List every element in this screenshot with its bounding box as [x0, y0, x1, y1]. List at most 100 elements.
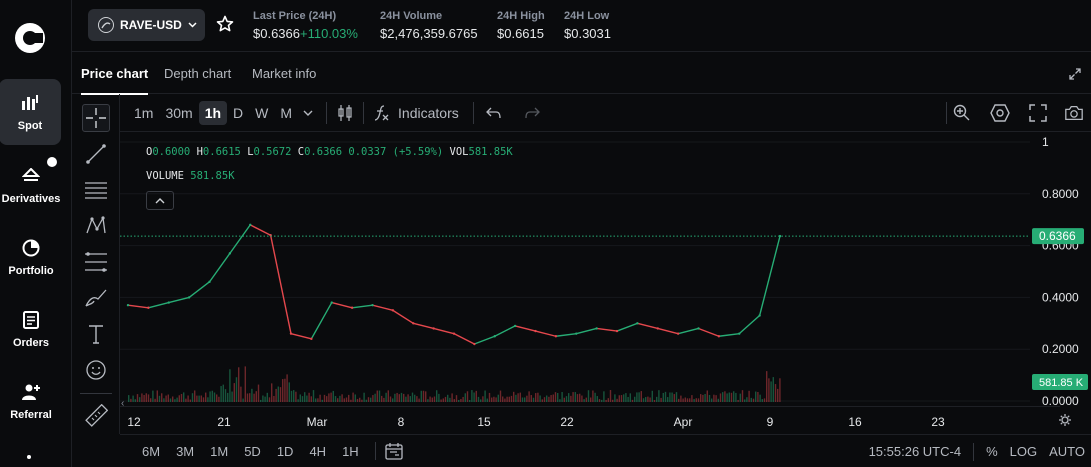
sidebar-item-orders[interactable]: Orders	[0, 296, 62, 362]
range-6m[interactable]: 6M	[134, 444, 168, 459]
volume-bar	[381, 395, 383, 402]
timeframe-d[interactable]: D	[227, 101, 249, 125]
volume-bar	[396, 392, 398, 402]
tab-price-chart[interactable]: Price chart	[81, 66, 149, 95]
volume-bar	[660, 397, 662, 402]
emoji-icon[interactable]	[82, 356, 110, 384]
timeframe-1m[interactable]: 1m	[128, 101, 159, 125]
star-icon[interactable]	[216, 15, 234, 33]
volume-bar	[165, 395, 167, 402]
tab-depth-chart[interactable]: Depth chart	[164, 66, 231, 81]
price-axis[interactable]: 10.80000.60000.40000.20000.00000.6366581…	[1030, 132, 1091, 406]
volume-bar	[559, 399, 561, 402]
clock[interactable]: 15:55:26 UTC-4	[869, 444, 962, 459]
price-segment	[249, 224, 271, 236]
time-axis[interactable]: 12 21 Mar 8 15 22 Apr 9 16 23	[120, 406, 1060, 434]
volume-bar	[464, 393, 466, 402]
redo-icon[interactable]	[522, 103, 542, 123]
timeframe-1h[interactable]: 1h	[198, 100, 228, 125]
horizontal-lines-icon[interactable]	[82, 176, 110, 204]
volume-bar	[295, 391, 297, 402]
volume-bar	[198, 395, 200, 402]
volume-bar	[651, 390, 653, 402]
time-tick-label: 15	[477, 415, 491, 429]
volume-bar	[378, 390, 381, 402]
price-point	[167, 301, 170, 304]
timeframe-w[interactable]: W	[249, 101, 274, 125]
trend-line-icon[interactable]	[82, 140, 110, 168]
brush-icon[interactable]	[82, 284, 110, 312]
range-4h[interactable]: 4H	[301, 444, 334, 459]
settings-icon[interactable]	[990, 103, 1010, 123]
sidebar-item-spot[interactable]: Spot	[0, 79, 61, 145]
pair-selector[interactable]: RAVE-USD	[88, 9, 205, 41]
function-icon[interactable]	[372, 103, 392, 123]
sidebar-item-referral[interactable]: Referral	[0, 368, 62, 434]
fib-icon[interactable]	[82, 248, 110, 276]
axis-settings-icon[interactable]	[1058, 413, 1072, 427]
volume-bar	[702, 394, 704, 402]
zoom-icon[interactable]	[952, 103, 972, 123]
log-toggle[interactable]: LOG	[1010, 444, 1037, 459]
volume-bar	[475, 390, 477, 402]
coinbase-logo-icon[interactable]	[12, 20, 48, 56]
expand-icon[interactable]	[1069, 68, 1081, 80]
volume-bar	[372, 395, 374, 402]
price-point	[391, 309, 395, 312]
indicators-button[interactable]: Indicators	[398, 105, 459, 121]
volume-bar	[741, 390, 744, 402]
volume-bar	[664, 391, 667, 402]
range-3m[interactable]: 3M	[168, 444, 202, 459]
volume-bar	[554, 392, 557, 402]
bottom-bar-right: 15:55:26 UTC-4 % LOG AUTO	[869, 435, 1085, 467]
volume-bar	[719, 393, 722, 402]
coin-icon	[98, 17, 114, 33]
pattern-icon[interactable]	[82, 212, 110, 240]
range-1m[interactable]: 1M	[202, 444, 236, 459]
volume-bar	[451, 393, 453, 402]
auto-toggle[interactable]: AUTO	[1049, 444, 1085, 459]
timeframe-30m[interactable]: 30m	[159, 101, 198, 125]
volume-bar	[449, 397, 451, 402]
volume-bar	[345, 397, 348, 402]
chevron-down-icon[interactable]	[298, 103, 318, 123]
volume-bar	[460, 399, 462, 402]
text-tool-icon[interactable]	[82, 320, 110, 348]
undo-icon[interactable]	[484, 103, 504, 123]
stat-label: 24H Volume	[380, 10, 443, 22]
more-dots-icon[interactable]	[27, 455, 31, 459]
timeframe-m[interactable]: M	[274, 101, 298, 125]
percent-toggle[interactable]: %	[986, 444, 998, 459]
volume-bar	[473, 392, 475, 402]
price-chart[interactable]	[120, 132, 1030, 406]
range-5d[interactable]: 5D	[236, 444, 269, 459]
ruler-icon[interactable]	[82, 402, 110, 430]
sidebar-item-portfolio[interactable]: Portfolio	[0, 224, 62, 290]
volume-bar	[453, 399, 455, 402]
volume-bar	[728, 392, 730, 402]
volume-bar	[774, 384, 777, 402]
volume-bar	[297, 399, 299, 402]
camera-icon[interactable]	[1064, 103, 1084, 123]
price-segment	[718, 332, 740, 337]
volume-bar	[563, 397, 565, 402]
pair-name: RAVE-USD	[120, 18, 182, 32]
volume-bar	[634, 396, 636, 402]
range-1h[interactable]: 1H	[334, 444, 367, 459]
volume-bar	[521, 397, 524, 402]
range-1d[interactable]: 1D	[269, 444, 302, 459]
collapse-legend-button[interactable]	[146, 191, 174, 210]
chevron-down-icon	[188, 22, 197, 28]
volume-bar	[152, 390, 154, 402]
calendar-range-icon[interactable]	[384, 442, 404, 460]
pie-chart-icon	[20, 237, 42, 259]
sidebar-item-label: Referral	[10, 409, 52, 421]
volume-bar	[587, 390, 590, 402]
candlestick-icon[interactable]	[335, 103, 355, 123]
volume-bar	[277, 386, 279, 402]
volume-bar	[541, 399, 543, 402]
volume-bar	[515, 394, 517, 402]
fullscreen-icon[interactable]	[1028, 103, 1048, 123]
crosshair-icon[interactable]	[82, 104, 110, 132]
tab-market-info[interactable]: Market info	[252, 66, 316, 81]
